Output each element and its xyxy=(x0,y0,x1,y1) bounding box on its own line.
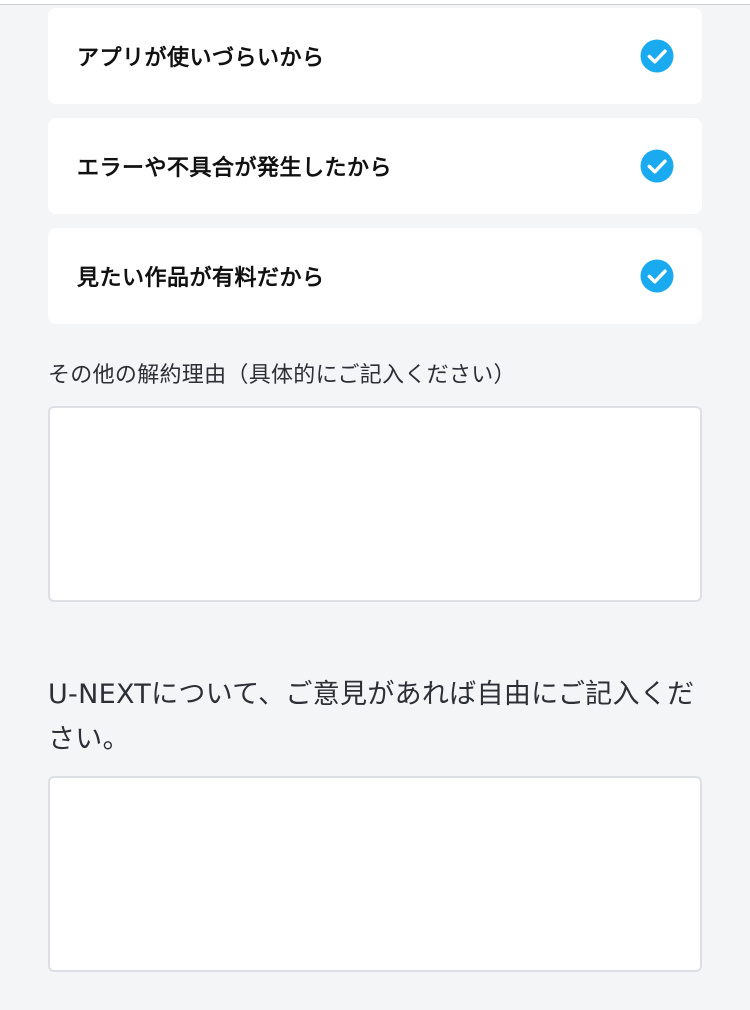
reason-option-label: アプリが使いづらいから xyxy=(77,46,325,71)
reason-option-errors[interactable]: エラーや不具合が発生したから xyxy=(48,118,702,214)
other-reason-textarea[interactable] xyxy=(48,406,702,602)
reason-option-label: エラーや不具合が発生したから xyxy=(77,156,393,181)
check-circle-icon xyxy=(640,259,674,293)
reason-option-label: 見たい作品が有料だから xyxy=(77,266,325,291)
check-circle-icon xyxy=(640,39,674,73)
feedback-textarea[interactable] xyxy=(48,776,702,972)
feedback-label: U-NEXTについて、ご意見があれば自由にご記入ください。 xyxy=(48,679,695,755)
reason-option-paid-content[interactable]: 見たい作品が有料だから xyxy=(48,228,702,324)
top-divider xyxy=(0,0,750,5)
check-circle-icon xyxy=(640,149,674,183)
other-reason-label: その他の解約理由（具体的にご記入ください） xyxy=(48,363,516,388)
reason-option-app-hard-to-use[interactable]: アプリが使いづらいから xyxy=(48,8,702,104)
